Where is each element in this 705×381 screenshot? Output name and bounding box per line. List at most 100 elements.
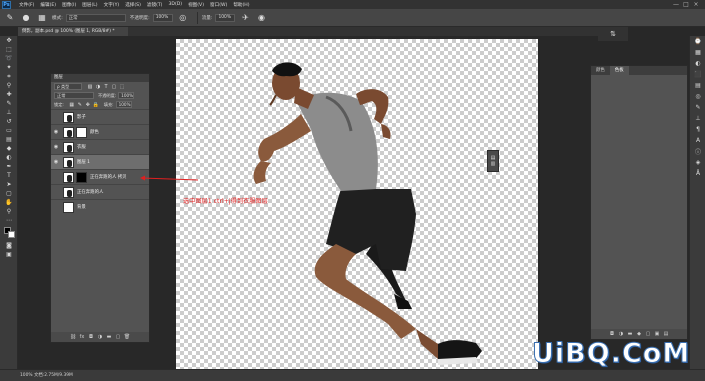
eye-icon[interactable]: ◉	[51, 129, 61, 135]
dodge-tool-icon[interactable]: ◐	[0, 153, 18, 162]
layer-mask-thumbnail[interactable]	[76, 126, 87, 138]
menu-file[interactable]: 文件(F)	[19, 2, 34, 8]
hand-tool-icon[interactable]: ✋	[0, 198, 18, 207]
tab-color[interactable]: 颜色	[591, 66, 610, 75]
maximize-button[interactable]: □	[681, 1, 691, 8]
close-button[interactable]: ×	[691, 1, 701, 8]
brush-tool-icon[interactable]: ✎	[0, 99, 18, 108]
eraser-tool-icon[interactable]: ▭	[0, 126, 18, 135]
filter-pixel-icon[interactable]: ▧	[86, 84, 94, 90]
mode-select[interactable]: 正常	[65, 13, 126, 22]
delete-layer-icon[interactable]: 🗑	[123, 334, 132, 340]
panel-footer-icon[interactable]: ▢	[644, 331, 653, 337]
link-layers-icon[interactable]: ⛓	[69, 334, 78, 340]
menu-type[interactable]: 文字(Y)	[104, 2, 120, 8]
layer-row[interactable]: 影子	[51, 109, 149, 124]
layer-row[interactable]: ◉ 颜色	[51, 124, 149, 139]
panel-footer-icon[interactable]: ◘	[608, 331, 617, 337]
menu-edit[interactable]: 编辑(E)	[40, 2, 56, 8]
glyphs-icon[interactable]: Å	[690, 168, 705, 179]
new-layer-icon[interactable]: ▢	[114, 334, 123, 340]
adjustments-icon[interactable]: ◐	[690, 58, 705, 69]
layer-row-selected[interactable]: ◉ 图层 1	[51, 154, 149, 169]
styles-icon[interactable]: ⬛	[690, 69, 705, 80]
path-select-tool-icon[interactable]: ➤	[0, 180, 18, 189]
menu-filter[interactable]: 滤镜(T)	[147, 2, 163, 8]
eye-icon[interactable]: ◉	[51, 144, 61, 150]
workspace-switcher[interactable]: ⇅	[598, 27, 628, 41]
panel-footer-icon[interactable]: ▤	[662, 331, 671, 337]
menu-3d[interactable]: 3D(D)	[168, 2, 182, 8]
channels-icon[interactable]: ◎	[690, 91, 705, 102]
blur-tool-icon[interactable]: ◆	[0, 144, 18, 153]
gradient-tool-icon[interactable]: ▤	[0, 135, 18, 144]
brush-size-icon[interactable]: ●	[20, 12, 32, 24]
panel-footer-icon[interactable]: ◆	[635, 331, 644, 337]
eyedropper-tool-icon[interactable]: ⚲	[0, 81, 18, 90]
background-color-swatch[interactable]	[8, 231, 15, 238]
menu-help[interactable]: 帮助(H)	[233, 2, 249, 8]
lock-paint-icon[interactable]: ✎	[76, 102, 84, 108]
healing-tool-icon[interactable]: ✚	[0, 90, 18, 99]
panel-footer-icon[interactable]: ▣	[653, 331, 662, 337]
brush-tool-icon[interactable]: ✎	[4, 12, 16, 24]
eye-icon[interactable]: ◉	[51, 159, 61, 165]
minimize-button[interactable]: —	[671, 1, 681, 8]
tab-swatches[interactable]: 色板	[609, 66, 629, 75]
layer-opacity-input[interactable]: 100%	[118, 92, 135, 99]
airbrush-icon[interactable]: ✈	[239, 12, 251, 24]
layer-row[interactable]: 背景	[51, 199, 149, 214]
navigator-icon[interactable]: ◈	[690, 157, 705, 168]
type-tool-icon[interactable]: T	[0, 171, 18, 180]
zoom-tool-icon[interactable]: ⚲	[0, 207, 18, 216]
brush-icon[interactable]: ✎	[690, 102, 705, 113]
new-group-icon[interactable]: ▬	[105, 334, 114, 340]
panel-footer-icon[interactable]: ▬	[626, 331, 635, 337]
layer-style-icon[interactable]: fx	[78, 334, 87, 340]
move-tool-icon[interactable]: ✥	[0, 36, 18, 45]
lock-position-icon[interactable]: ✥	[84, 102, 92, 108]
crop-tool-icon[interactable]: ⌗	[0, 72, 18, 81]
info-icon[interactable]: ⓘ	[690, 146, 705, 157]
lasso-tool-icon[interactable]: ➰	[0, 54, 18, 63]
document-tab[interactable]: 倒影，副本.psd @ 100% (图层 1, RGB/8#) *	[18, 27, 128, 36]
layers-icon[interactable]: ▤	[690, 80, 705, 91]
properties-icon[interactable]: ▦	[690, 47, 705, 58]
lock-all-icon[interactable]: 🔒	[92, 102, 100, 108]
menu-select[interactable]: 选择(S)	[125, 2, 141, 8]
mini-panel[interactable]: ▤ ▥	[487, 150, 499, 172]
menu-image[interactable]: 图像(I)	[62, 2, 76, 8]
pen-tool-icon[interactable]: ✒	[0, 162, 18, 171]
lock-pixels-icon[interactable]: ▦	[68, 102, 76, 108]
character-icon[interactable]: A	[690, 135, 705, 146]
pressure-size-icon[interactable]: ◉	[255, 12, 267, 24]
flow-input[interactable]: 100%	[215, 13, 236, 22]
brush-panel-icon[interactable]: ▦	[36, 12, 48, 24]
blend-mode-select[interactable]: 正常	[54, 92, 94, 99]
clone-source-icon[interactable]: ⊥	[690, 113, 705, 124]
paragraph-icon[interactable]: ¶	[690, 124, 705, 135]
menu-view[interactable]: 视图(V)	[188, 2, 204, 8]
panel-footer-icon[interactable]: ◑	[617, 331, 626, 337]
quick-select-tool-icon[interactable]: ✦	[0, 63, 18, 72]
layer-filter-select[interactable]: ρ 类型	[54, 83, 82, 90]
quick-mask-icon[interactable]: ◙	[0, 241, 18, 250]
filter-shape-icon[interactable]: ▢	[110, 84, 118, 90]
history-icon[interactable]: ⌚	[690, 36, 705, 47]
menu-layer[interactable]: 图层(L)	[82, 2, 97, 8]
adjustment-layer-icon[interactable]: ◑	[96, 334, 105, 340]
fill-input[interactable]: 100%	[115, 101, 132, 108]
filter-adjust-icon[interactable]: ◑	[94, 84, 102, 90]
pressure-opacity-icon[interactable]: ◎	[177, 12, 189, 24]
color-swatches[interactable]	[0, 225, 18, 241]
menu-window[interactable]: 窗口(W)	[210, 2, 227, 8]
opacity-input[interactable]: 100%	[152, 13, 173, 22]
filter-smart-icon[interactable]: ⬚	[118, 84, 126, 90]
history-brush-tool-icon[interactable]: ↺	[0, 117, 18, 126]
shape-tool-icon[interactable]: ▢	[0, 189, 18, 198]
screen-mode-icon[interactable]: ▣	[0, 250, 18, 259]
layer-row[interactable]: ◉ 衣服	[51, 139, 149, 154]
more-tools-icon[interactable]: ⋯	[0, 216, 18, 225]
filter-type-icon[interactable]: T	[102, 84, 110, 90]
add-mask-icon[interactable]: ◘	[87, 334, 96, 340]
